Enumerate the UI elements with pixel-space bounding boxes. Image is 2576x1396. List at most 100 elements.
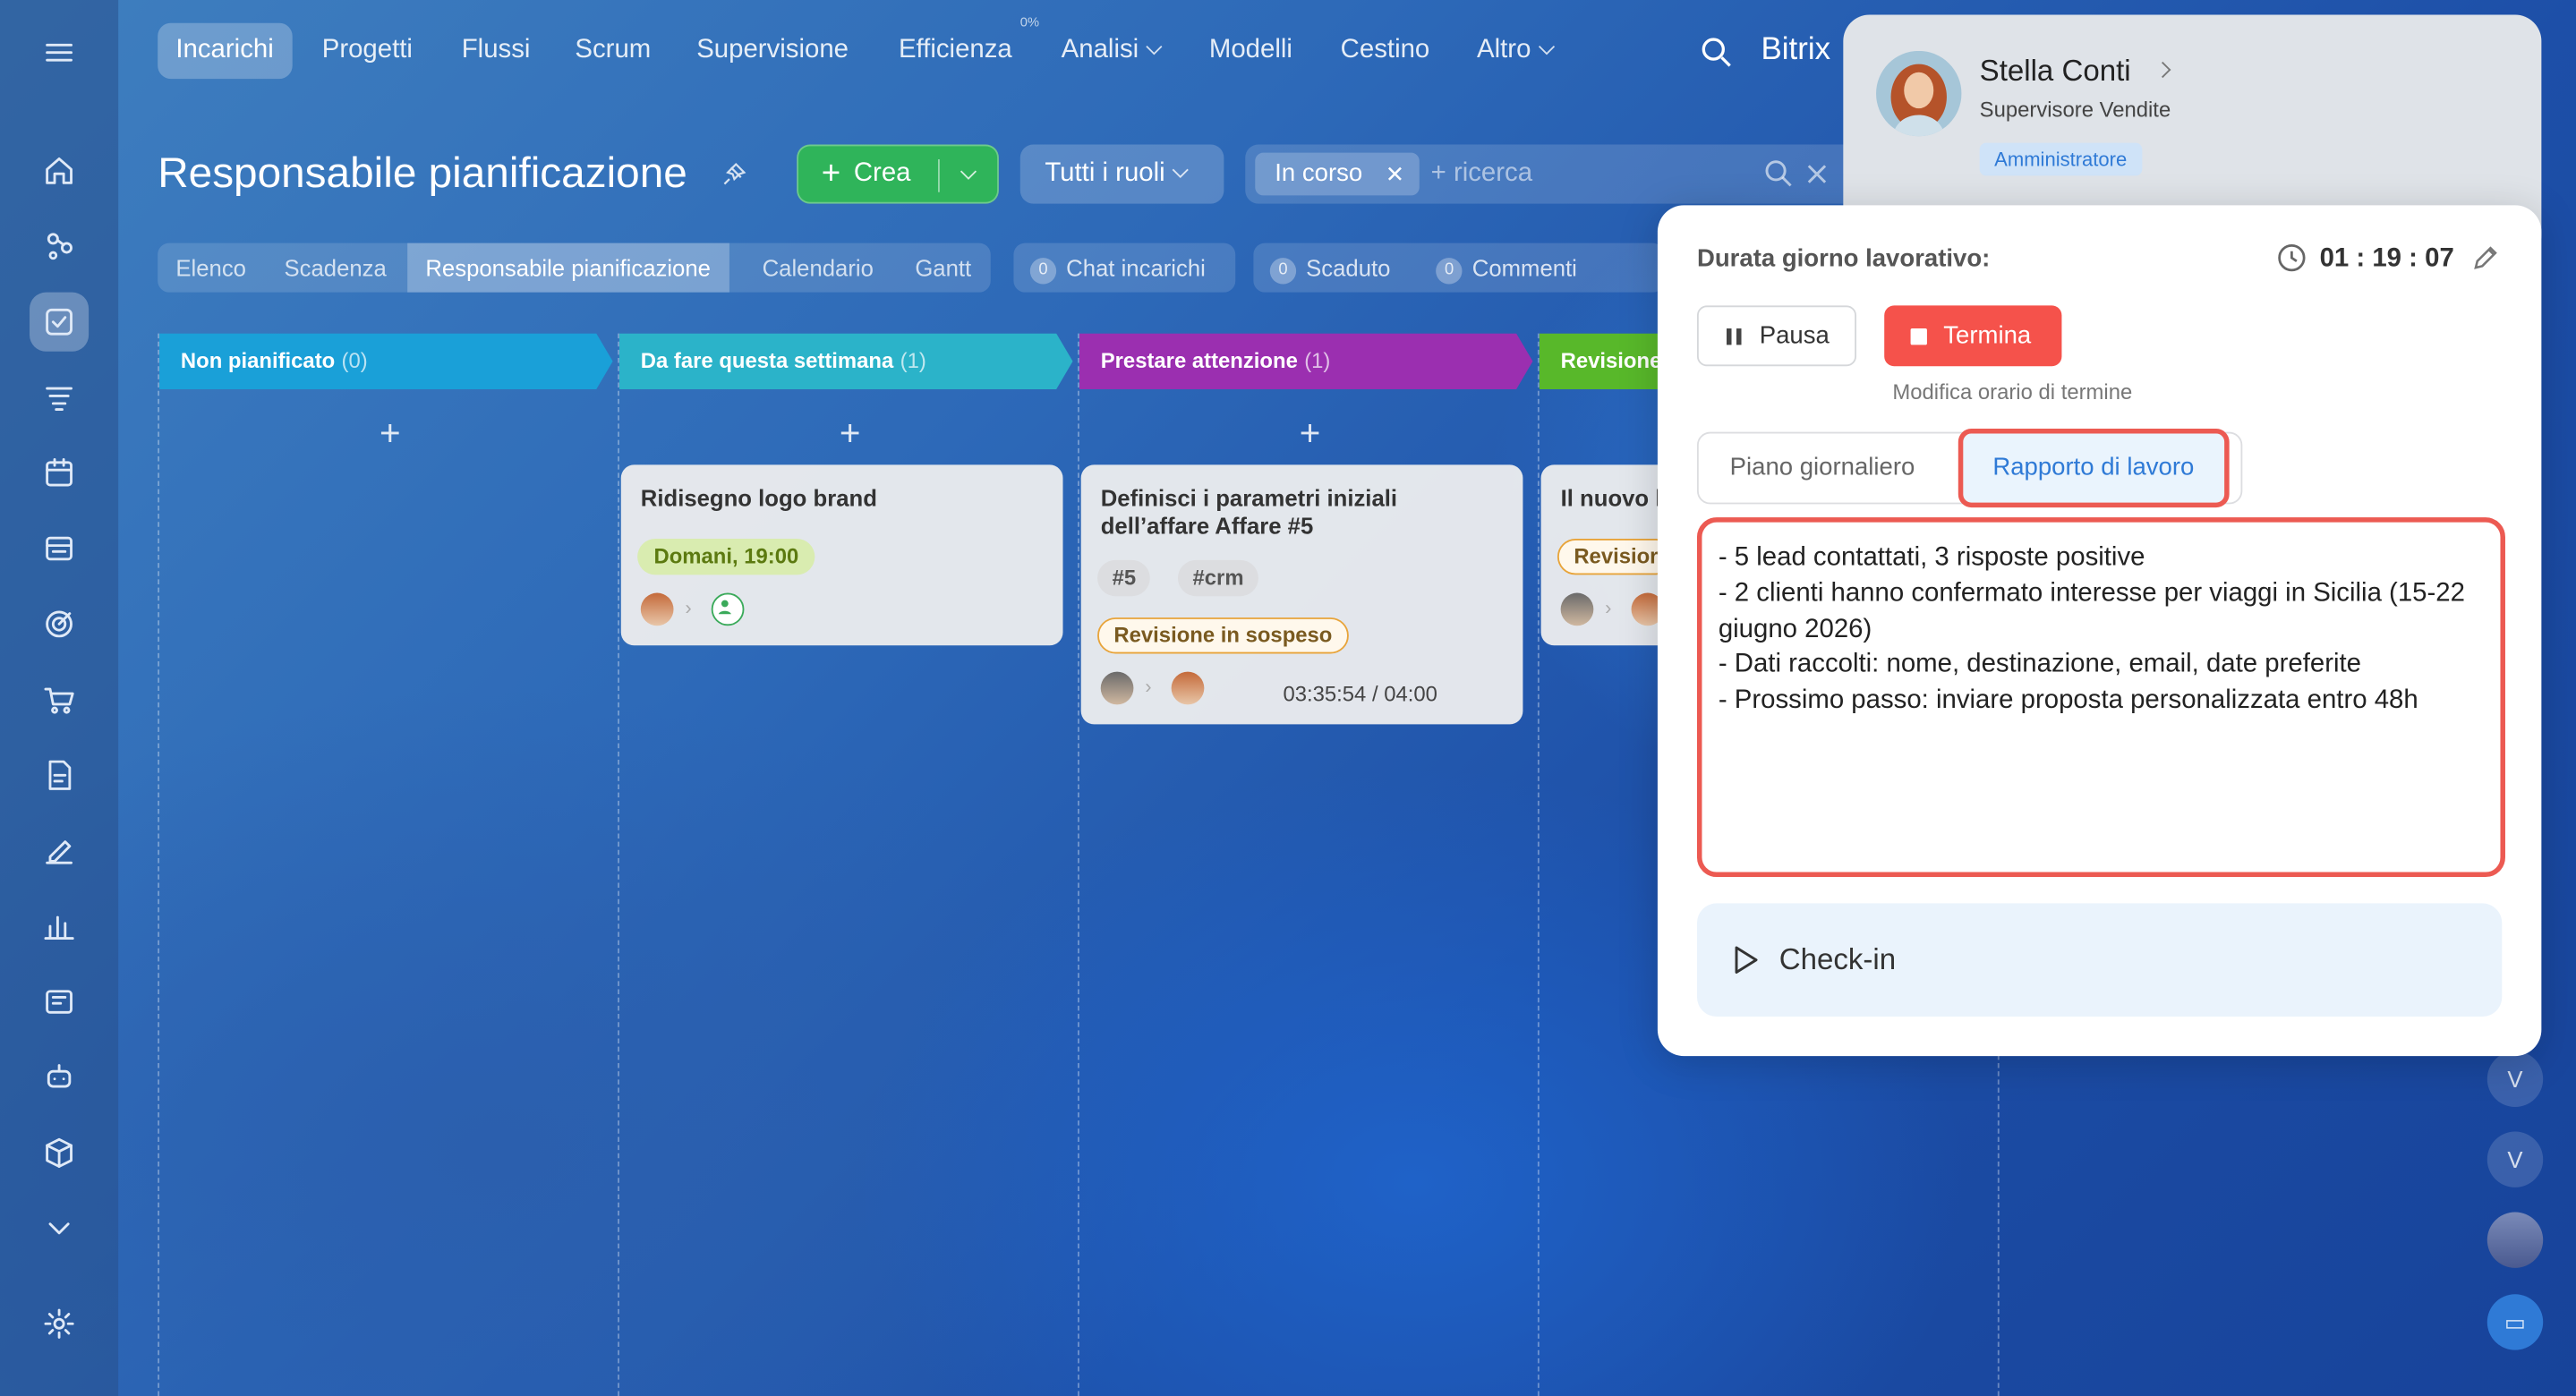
chat-label: Chat incarichi: [1066, 254, 1206, 281]
pin-icon[interactable]: [723, 162, 746, 186]
work-report-textarea[interactable]: - 5 lead contattati, 3 risposte positive…: [1696, 517, 2505, 878]
box-icon[interactable]: [30, 1123, 89, 1182]
filter-chip[interactable]: In corso ✕: [1255, 152, 1420, 196]
avatar[interactable]: [640, 592, 674, 626]
search-icon[interactable]: [1701, 36, 1734, 69]
time-tracker[interactable]: 03:35:54 / 04:00: [1283, 682, 1437, 707]
add-task-button[interactable]: +: [840, 413, 861, 455]
task-title[interactable]: Definisci i parametri iniziali dell’affar…: [1101, 484, 1397, 540]
chat-icon[interactable]: ▭: [2486, 1294, 2544, 1350]
nav-analytics[interactable]: Analisi: [1043, 23, 1178, 79]
task-card[interactable]: Definisci i parametri iniziali dell’affar…: [1080, 464, 1523, 725]
task-card[interactable]: Ridisegno logo brand Domani, 19:00 ›: [620, 464, 1063, 646]
status-badge[interactable]: Revisior: [1557, 538, 1673, 575]
search-icon[interactable]: [1764, 159, 1794, 189]
deadline-badge[interactable]: Domani, 19:00: [637, 538, 815, 575]
overdue-count[interactable]: 0: [1269, 258, 1297, 285]
end-day-button[interactable]: Termina: [1884, 305, 2062, 367]
avatar[interactable]: [1171, 671, 1205, 705]
tab-list[interactable]: Elenco: [158, 243, 264, 293]
avatar[interactable]: [1560, 592, 1594, 626]
filter-search-box[interactable]: In corso ✕ + ricerca: [1245, 144, 1857, 204]
target-icon[interactable]: [30, 594, 89, 653]
add-task-button[interactable]: +: [1300, 413, 1321, 455]
tasks-icon[interactable]: [30, 292, 90, 352]
settings-icon[interactable]: [30, 1294, 89, 1353]
search-input[interactable]: + ricerca: [1431, 145, 1532, 204]
cart-icon[interactable]: [30, 670, 89, 729]
tab-gantt[interactable]: Gantt: [897, 243, 989, 293]
column-count: (0): [341, 348, 368, 373]
drive-icon[interactable]: [30, 519, 89, 578]
create-button[interactable]: + Crea: [797, 144, 999, 204]
chevron-right-icon[interactable]: [2154, 61, 2171, 79]
chevron-down-icon[interactable]: [30, 1199, 89, 1258]
nav-tasks[interactable]: Incarichi: [158, 22, 292, 80]
calendar-icon[interactable]: [30, 444, 89, 503]
add-task-button[interactable]: +: [380, 413, 401, 455]
nav-more[interactable]: Altro: [1459, 23, 1571, 79]
roles-dropdown[interactable]: Tutti i ruoli: [1019, 144, 1224, 204]
profile-name[interactable]: Stella Conti: [1980, 55, 2131, 89]
column-header[interactable]: Revisione: [1540, 334, 1662, 389]
nav-analytics-label: Analisi: [1061, 36, 1139, 64]
chat-counter[interactable]: 0 Chat incarichi: [1013, 243, 1236, 293]
menu-icon[interactable]: [30, 23, 89, 82]
overdue-label[interactable]: Scaduto: [1306, 254, 1390, 280]
feed-icon[interactable]: [30, 368, 89, 427]
task-card[interactable]: Il nuovo l Revisior ›: [1540, 464, 1673, 646]
left-sidebar: [0, 0, 119, 1396]
profile-role: Supervisore Vendite: [1979, 97, 2171, 122]
modify-end-time-link[interactable]: Modifica orario di termine: [1892, 379, 2132, 404]
task-title[interactable]: Il nuovo l: [1561, 484, 1662, 512]
tab-work-report[interactable]: Rapporto di lavoro: [1958, 429, 2229, 508]
comments-count[interactable]: 0: [1436, 258, 1463, 285]
nav-trash[interactable]: Cestino: [1322, 23, 1447, 79]
column-header[interactable]: Da fare questa settimana (1): [619, 334, 926, 389]
tab-calendar[interactable]: Calendario: [744, 243, 891, 293]
nav-flows[interactable]: Flussi: [444, 23, 549, 79]
user-avatar[interactable]: V: [2486, 1051, 2544, 1107]
column-header[interactable]: Non pianificato (0): [159, 334, 368, 389]
comments-label[interactable]: Commenti: [1472, 254, 1577, 280]
tag[interactable]: #5: [1097, 559, 1151, 597]
nav-projects[interactable]: Progetti: [304, 23, 431, 79]
nav-supervision[interactable]: Supervisione: [678, 23, 866, 79]
nav-scrum[interactable]: Scrum: [557, 23, 669, 79]
end-label: Termina: [1943, 321, 2032, 350]
checkin-label: Check-in: [1778, 942, 1897, 976]
tab-daily-plan[interactable]: Piano giornaliero: [1699, 434, 1946, 503]
avatar[interactable]: [1100, 671, 1134, 705]
nav-templates[interactable]: Modelli: [1191, 23, 1310, 79]
chevron-down-icon[interactable]: [960, 163, 977, 180]
robot-icon[interactable]: [30, 1048, 89, 1107]
clear-icon[interactable]: [1805, 163, 1829, 186]
user-avatar[interactable]: [2486, 1212, 2544, 1268]
tab-planner[interactable]: Responsabile pianificazione: [407, 243, 729, 293]
document-icon[interactable]: [30, 745, 89, 804]
tag[interactable]: #crm: [1177, 559, 1259, 597]
checkin-button[interactable]: Check-in: [1696, 903, 2503, 1017]
profile-avatar[interactable]: [1876, 50, 1962, 137]
pause-button[interactable]: Pausa: [1696, 305, 1857, 367]
crm-icon[interactable]: [30, 217, 89, 276]
status-badge[interactable]: Revisione in sospeso: [1097, 617, 1349, 654]
user-avatar[interactable]: V: [2486, 1131, 2544, 1187]
workday-timer: 01 : 19 : 07: [2319, 244, 2454, 273]
home-icon[interactable]: [30, 141, 89, 200]
tab-deadline[interactable]: Scadenza: [266, 243, 405, 293]
brand-logo[interactable]: Bitrix: [1761, 33, 1831, 69]
chevron-down-icon: [1173, 161, 1190, 179]
nav-efficiency[interactable]: Efficienza: [881, 23, 1030, 79]
close-icon[interactable]: ✕: [1386, 153, 1405, 196]
column-count: (1): [900, 348, 926, 373]
analytics-icon[interactable]: [30, 897, 89, 956]
user-add-icon[interactable]: [711, 592, 745, 626]
edit-icon[interactable]: [2472, 244, 2498, 270]
divider: [938, 159, 940, 192]
page-title: Responsabile pianificazione: [158, 148, 687, 198]
task-title[interactable]: Ridisegno logo brand: [641, 484, 877, 512]
column-header[interactable]: Prestare attenzione (1): [1079, 334, 1331, 389]
sign-icon[interactable]: [30, 821, 89, 881]
news-icon[interactable]: [30, 972, 89, 1031]
